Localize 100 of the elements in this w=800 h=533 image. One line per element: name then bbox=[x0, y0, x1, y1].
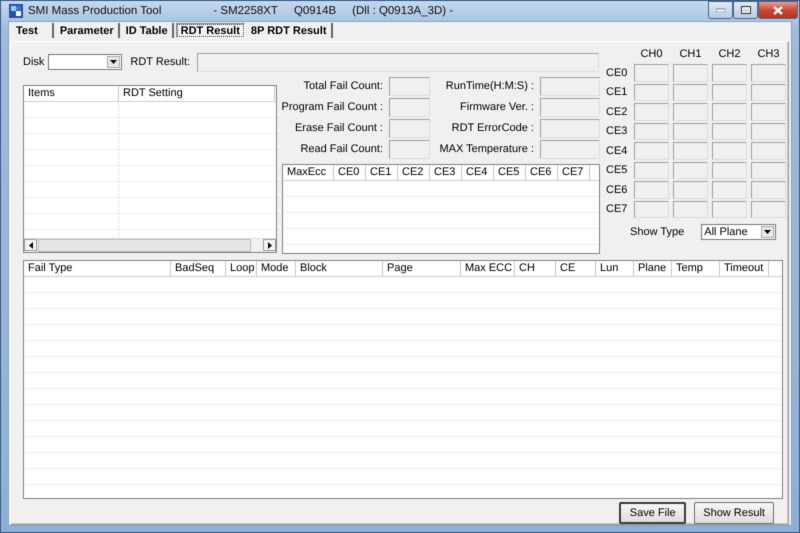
scrollbar[interactable] bbox=[24, 238, 276, 252]
result-field[interactable] bbox=[712, 162, 747, 179]
column-header[interactable]: Lun bbox=[596, 260, 634, 276]
disk-dropdown[interactable] bbox=[48, 54, 122, 70]
result-field[interactable] bbox=[751, 122, 786, 140]
chip-enable-label: CE1 bbox=[606, 86, 628, 98]
column-header[interactable]: Items bbox=[24, 86, 119, 101]
result-field[interactable] bbox=[751, 64, 786, 82]
column-header[interactable]: CH bbox=[515, 260, 556, 276]
result-field[interactable] bbox=[751, 84, 786, 101]
column-header[interactable]: Page bbox=[383, 260, 461, 276]
column-header[interactable]: Block bbox=[296, 260, 383, 276]
scroll-right-icon[interactable] bbox=[263, 239, 276, 251]
column-header[interactable]: CE0 bbox=[334, 165, 366, 180]
info-field[interactable] bbox=[540, 140, 600, 158]
tab[interactable]: RDT Result bbox=[176, 23, 245, 38]
result-field[interactable] bbox=[634, 64, 669, 82]
column-header[interactable]: Loop bbox=[226, 260, 257, 276]
channel-label: CH3 bbox=[756, 48, 780, 62]
column-header[interactable]: CE6 bbox=[526, 165, 558, 180]
count-field[interactable] bbox=[389, 76, 430, 96]
result-field[interactable] bbox=[712, 84, 747, 101]
column-header[interactable]: CE bbox=[556, 260, 596, 276]
count-field[interactable] bbox=[389, 118, 430, 138]
minimize-button[interactable] bbox=[708, 1, 733, 19]
column-header[interactable]: Timeout bbox=[720, 260, 769, 276]
result-field[interactable] bbox=[634, 181, 669, 198]
chip-enable-label: CE5 bbox=[606, 164, 628, 176]
column-header[interactable]: MaxEcc bbox=[283, 165, 334, 180]
result-field[interactable] bbox=[673, 103, 708, 120]
column-header[interactable]: CE5 bbox=[494, 165, 526, 180]
column-header[interactable]: CE1 bbox=[366, 165, 398, 180]
result-field[interactable] bbox=[712, 181, 747, 198]
result-field[interactable] bbox=[673, 181, 708, 198]
result-field[interactable] bbox=[673, 84, 708, 101]
result-field[interactable] bbox=[712, 200, 747, 218]
items-list[interactable]: Items RDT Setting bbox=[23, 85, 277, 253]
count-label: Total Fail Count: bbox=[304, 80, 383, 92]
info-label: MAX Temperature : bbox=[439, 143, 534, 155]
result-field[interactable] bbox=[673, 142, 708, 160]
result-field[interactable] bbox=[751, 181, 786, 198]
result-field[interactable] bbox=[634, 162, 669, 179]
count-label: Read Fail Count: bbox=[300, 143, 383, 155]
column-header[interactable]: BadSeq bbox=[171, 260, 226, 276]
column-header[interactable]: CE7 bbox=[558, 165, 590, 180]
column-header[interactable]: Temp bbox=[672, 260, 720, 276]
column-header[interactable]: Max ECC bbox=[461, 260, 515, 276]
app-icon bbox=[9, 4, 23, 18]
channel-label: CH2 bbox=[717, 48, 742, 62]
tab[interactable]: ID Table bbox=[122, 23, 174, 38]
column-header[interactable]: Fail Type bbox=[24, 260, 171, 276]
column-header[interactable]: CE2 bbox=[398, 165, 430, 180]
column-header[interactable]: CE4 bbox=[462, 165, 494, 180]
maximize-button[interactable] bbox=[733, 1, 758, 19]
close-icon bbox=[773, 6, 783, 14]
window-title: SMI Mass Production Tool bbox=[28, 5, 162, 17]
tab[interactable]: Parameter bbox=[56, 23, 120, 38]
scroll-left-icon[interactable] bbox=[24, 239, 37, 251]
rdt-result-label: RDT Result: bbox=[130, 56, 190, 68]
result-field[interactable] bbox=[634, 142, 669, 160]
result-field[interactable] bbox=[712, 64, 747, 82]
result-field[interactable] bbox=[751, 162, 786, 179]
result-field[interactable] bbox=[673, 64, 708, 82]
info-field[interactable] bbox=[540, 76, 600, 96]
result-field[interactable] bbox=[751, 200, 786, 218]
rdt-result-field[interactable] bbox=[197, 52, 600, 72]
column-header[interactable]: Mode bbox=[257, 260, 296, 276]
info-field[interactable] bbox=[540, 98, 600, 116]
result-field[interactable] bbox=[634, 122, 669, 140]
show-type-dropdown[interactable]: All Plane bbox=[701, 224, 776, 240]
result-field[interactable] bbox=[634, 103, 669, 120]
close-button[interactable] bbox=[758, 1, 798, 19]
result-field[interactable] bbox=[751, 103, 786, 120]
result-field[interactable] bbox=[634, 200, 669, 218]
result-field[interactable] bbox=[712, 103, 747, 120]
window-title: - SM2258XT bbox=[213, 5, 278, 17]
result-field[interactable] bbox=[673, 162, 708, 179]
tab[interactable]: Test bbox=[12, 23, 54, 38]
column-header[interactable]: CE3 bbox=[430, 165, 462, 180]
chip-enable-label: CE6 bbox=[606, 184, 628, 196]
result-field[interactable] bbox=[751, 142, 786, 160]
channel-label: CH0 bbox=[639, 48, 664, 62]
count-field[interactable] bbox=[389, 98, 430, 116]
channel-label: CH1 bbox=[678, 48, 702, 62]
count-field[interactable] bbox=[389, 140, 430, 158]
result-field[interactable] bbox=[634, 84, 669, 101]
action-button[interactable]: Save File bbox=[619, 502, 686, 524]
minimize-icon bbox=[716, 8, 725, 12]
count-label: Erase Fail Count : bbox=[294, 122, 383, 134]
action-button[interactable]: Show Result bbox=[694, 502, 774, 524]
info-field[interactable] bbox=[540, 118, 600, 138]
column-header[interactable]: RDT Setting bbox=[119, 86, 275, 101]
result-field[interactable] bbox=[712, 122, 747, 140]
result-field[interactable] bbox=[673, 122, 708, 140]
column-header[interactable]: Plane bbox=[634, 260, 672, 276]
disk-label: Disk bbox=[23, 56, 44, 68]
chip-enable-label: CE0 bbox=[606, 66, 628, 79]
tab[interactable]: 8P RDT Result bbox=[246, 23, 332, 38]
result-field[interactable] bbox=[712, 142, 747, 160]
result-field[interactable] bbox=[673, 200, 708, 218]
